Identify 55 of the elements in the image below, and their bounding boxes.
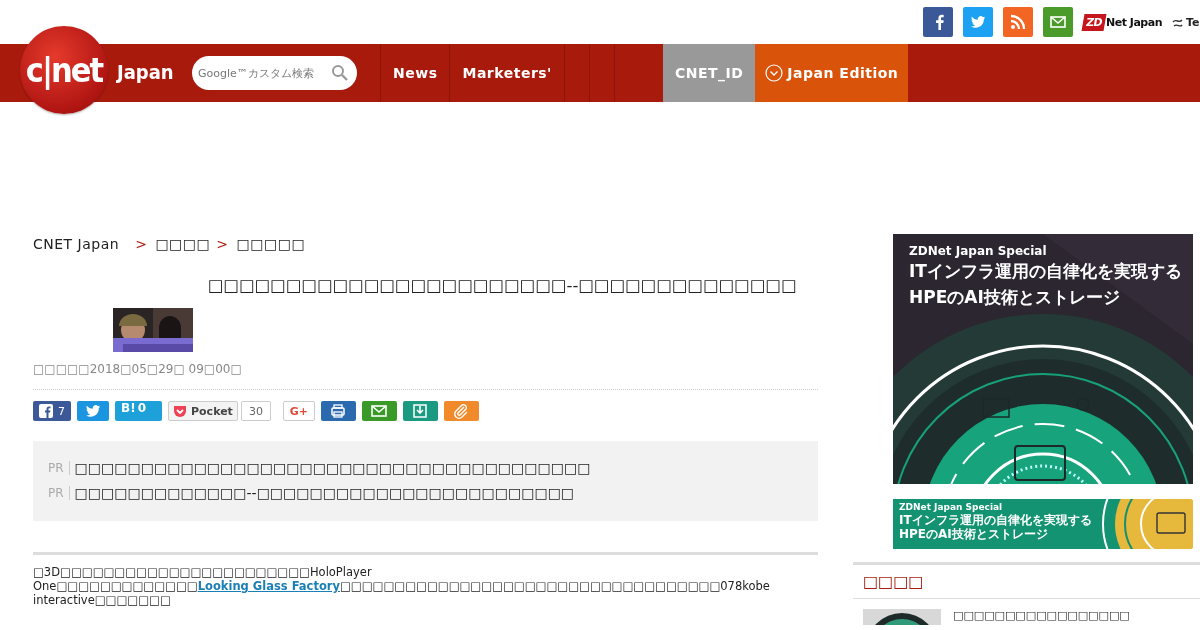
breadcrumb-separator: > <box>135 236 148 252</box>
article-title: □□□□□□□□□□□□□□□□□□□□□□□--□□□□□□□□□□□□□□ <box>208 275 797 297</box>
article-body: □3D□□□□□□□□□□□□□□□□□□□□□□□HoloPlayer One□□□□□□□□□□□□□Looking Glass Factory□□□□□□□□□□□□□□□□□□□□□□□□□□□□□□□□□□□078kobe interactive□□□□□□□ <box>33 565 771 607</box>
nav-link[interactable]: Marketers' <box>449 44 564 102</box>
sponsored-link[interactable]: □□□□□□□□□□□□□--□□□□□□□□□□□□□□□□□□□□□□□□ <box>74 484 575 501</box>
edition-label: Japan <box>117 60 174 84</box>
ad-headline: HPEのAI技術とストレージ <box>909 286 1121 309</box>
company-link[interactable]: Looking Glass Factory <box>197 579 340 593</box>
pr-label: PR <box>48 485 70 500</box>
search-icon <box>331 64 348 81</box>
save-button[interactable] <box>402 401 438 421</box>
zdnet-logo[interactable]: ZD Net Japan <box>1083 13 1162 31</box>
ad-banner[interactable]: ZDNet Japan Special ITインフラ運用の自律化を実現する HPEのAI技術とストレージ <box>893 234 1193 484</box>
facebook-share-button[interactable]: 7 <box>33 401 71 421</box>
rss-icon <box>1010 14 1026 30</box>
mail-button[interactable] <box>361 401 397 421</box>
breadcrumb-link[interactable]: □□□□ <box>155 236 211 252</box>
download-icon <box>412 403 429 419</box>
ad-headline: ITインフラ運用の自律化を実現する <box>899 513 1093 527</box>
rss-button[interactable] <box>1003 7 1033 37</box>
edition-button[interactable]: Japan Edition <box>755 44 909 102</box>
chevron-circle-icon <box>765 64 784 82</box>
ad-brand: ZDNet Japan Special <box>899 502 1004 513</box>
nav-link[interactable]: News <box>380 44 450 102</box>
breadcrumb-link[interactable]: CNET Japan <box>33 236 120 252</box>
print-button[interactable] <box>320 401 356 421</box>
mail-button[interactable] <box>1043 7 1073 37</box>
clip-button[interactable] <box>443 401 479 421</box>
twitter-button[interactable] <box>963 7 993 37</box>
mail-icon <box>1050 14 1066 30</box>
google-plus-button[interactable]: G+ <box>282 401 315 421</box>
sponsored-link[interactable]: □□□□□□□□□□□□□□□□□□□□□□□□□□□□□□□□□□□□□□□ <box>74 459 591 476</box>
breadcrumb-link[interactable]: □□□□□ <box>236 236 306 252</box>
print-icon <box>330 403 347 419</box>
article-link[interactable]: □□□□□□□□□□□□□□□□□ <box>953 609 1130 625</box>
twitter-share-button[interactable] <box>77 401 109 421</box>
pr-label: PR <box>48 460 70 475</box>
pocket-button[interactable]: Pocket <box>168 401 238 421</box>
bird-icon <box>85 403 101 419</box>
section-heading: □□□□ <box>853 565 1200 599</box>
ad-banner[interactable]: ZDNet Japan Special ITインフラ運用の自律化を実現する HPEのAI技術とストレージ <box>893 499 1193 549</box>
share-count: 30 <box>240 401 271 421</box>
site-logo[interactable]: c|net <box>20 26 108 114</box>
article-date: □□□□□2018□05□29□ 09□00□ <box>33 362 243 378</box>
mail-icon <box>371 403 388 419</box>
search-field[interactable]: Google™カスタム検索 <box>192 56 357 90</box>
facebook-button[interactable] <box>923 7 953 37</box>
facebook-icon <box>39 404 53 418</box>
bird-icon <box>970 14 986 30</box>
partner-logo[interactable]: Te <box>1172 15 1200 29</box>
ad-brand: ZDNet Japan Special <box>909 244 1048 258</box>
pocket-icon <box>173 404 187 418</box>
breadcrumb-separator: > <box>216 236 229 252</box>
paperclip-icon <box>453 403 470 419</box>
ad-headline: HPEのAI技術とストレージ <box>899 527 1049 541</box>
